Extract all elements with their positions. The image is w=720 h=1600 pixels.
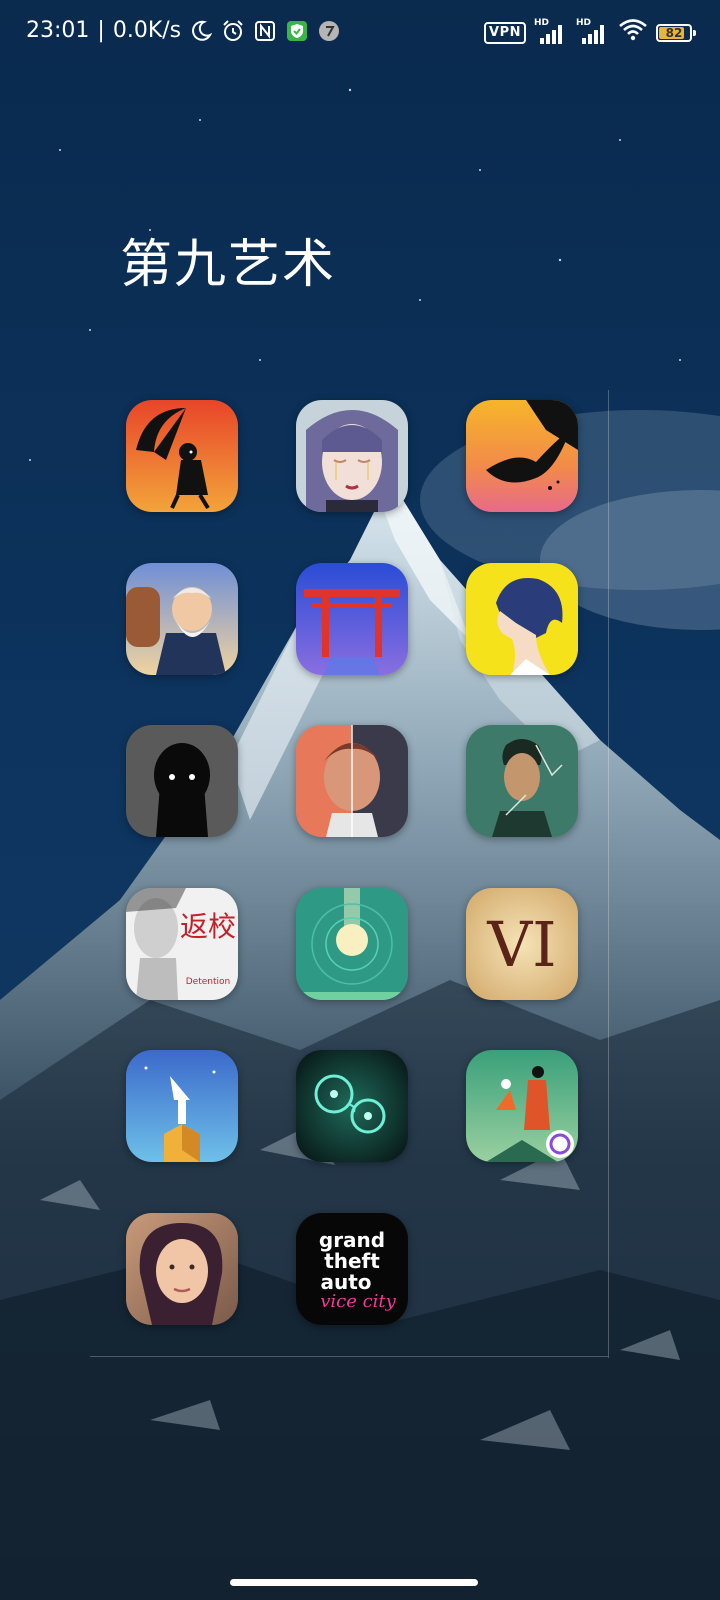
old-mans-journey-icon[interactable] (126, 563, 238, 675)
wifi-icon (618, 18, 648, 48)
app-notification-icon (317, 19, 341, 43)
bird-silhouette-game-icon[interactable] (466, 400, 578, 512)
detention-game-icon[interactable]: 返校 Detention (126, 888, 238, 1000)
app-grid: 返校 Detention VI grand theft auto vice ci… (126, 400, 578, 1330)
folder-edge-bottom (90, 1356, 608, 1357)
battery-icon: 82 (656, 24, 696, 42)
alto-moon-game-icon[interactable] (296, 888, 408, 1000)
signal-icon: HD (576, 18, 610, 46)
home-indicator[interactable] (230, 1579, 478, 1586)
folder-edge-right (608, 390, 609, 1358)
status-right: VPN HD HD 82 (484, 18, 696, 48)
clock: 23:01 (26, 18, 90, 43)
moon-icon (189, 19, 213, 43)
vpn-badge: VPN (484, 22, 526, 44)
battery-level: 82 (665, 26, 683, 40)
monument-valley-2-icon[interactable] (466, 1050, 578, 1162)
folder-title[interactable]: 第九艺术 (120, 222, 336, 297)
detention-label-cn: 返校 (180, 910, 236, 943)
gris-game-icon[interactable] (296, 400, 408, 512)
civilization-vi-icon[interactable]: VI (466, 888, 578, 1000)
detention-label-en: Detention (186, 977, 230, 987)
umbrella-girl-game-icon[interactable] (126, 400, 238, 512)
florence-game-icon[interactable] (466, 563, 578, 675)
nfc-icon (253, 19, 277, 43)
civ-label: VI (486, 908, 556, 981)
battery-nub (693, 30, 696, 36)
signal-icon: HD (534, 18, 568, 46)
torii-gate-game-icon[interactable] (296, 563, 408, 675)
limbo-game-icon[interactable] (126, 725, 238, 837)
status-bar: 23:01 | 0.0K/s VPN HD HD 82 (0, 0, 720, 64)
separator: | (97, 18, 105, 43)
gta-vice-city-icon[interactable]: grand theft auto vice city (296, 1213, 408, 1325)
osmos-cells-game-icon[interactable] (296, 1050, 408, 1162)
alarm-icon (221, 19, 245, 43)
cracked-portrait-game-icon[interactable] (466, 725, 578, 837)
gta-script: vice city (320, 1291, 396, 1312)
monument-valley-icon[interactable] (126, 1050, 238, 1162)
network-speed: 0.0K/s (112, 18, 182, 43)
life-is-strange-icon[interactable] (126, 1213, 238, 1325)
status-left: 23:01 | 0.0K/s (26, 18, 341, 43)
shield-check-icon (285, 19, 309, 43)
split-face-game-icon[interactable] (296, 725, 408, 837)
